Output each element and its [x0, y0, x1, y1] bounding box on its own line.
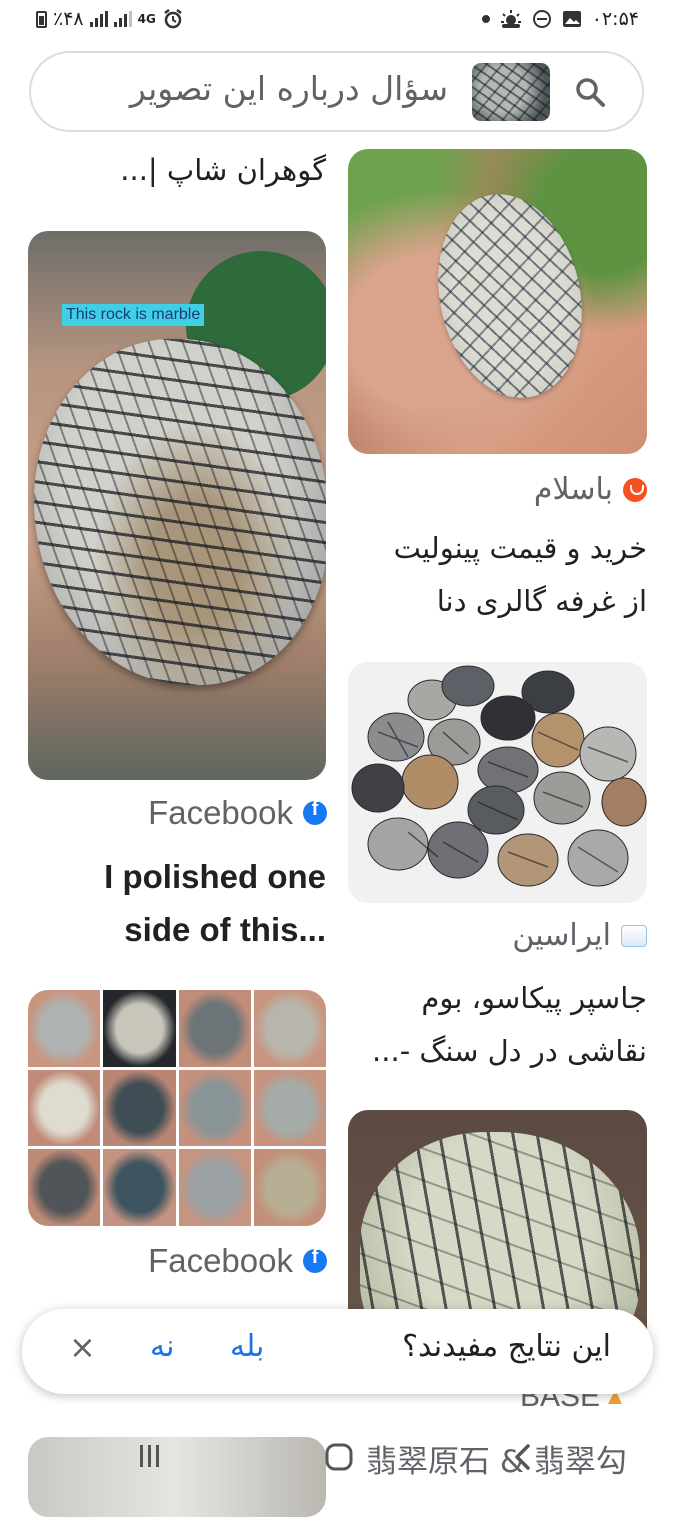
feedback-prompt: این نتایج مفیدند؟ بله نه ×	[22, 1309, 653, 1394]
battery-icon	[36, 10, 47, 28]
collage-tile	[253, 1149, 326, 1226]
search-icon[interactable]	[573, 75, 607, 109]
feedback-no-button[interactable]: نه	[150, 1329, 174, 1364]
title-line-1: I polished one	[104, 858, 326, 895]
result-image-pinolite-hand[interactable]	[348, 149, 647, 454]
source-name: باسلام	[533, 472, 613, 507]
collage-tile	[103, 1069, 176, 1147]
collage-tile	[178, 1149, 251, 1226]
alarm-icon	[164, 9, 182, 29]
weather-icon	[500, 10, 521, 28]
irasin-logo-icon	[621, 924, 647, 947]
title-line-1: خرید و قیمت پینولیت	[393, 531, 647, 565]
result-source-irasin[interactable]: ایراسین	[512, 918, 647, 953]
collage-tile	[28, 1069, 101, 1147]
collage-tile	[28, 1149, 101, 1226]
result-title-irasin[interactable]: جاسپر پیکاسو، بوم نقاشی در دل سنگ -...	[347, 972, 647, 1078]
feedback-yes-button[interactable]: بله	[230, 1329, 264, 1364]
result-source-facebook-1[interactable]: Facebook	[148, 794, 327, 832]
battery-level: ٪۴۸	[53, 8, 84, 30]
pinolite-stone	[420, 180, 600, 412]
notification-dot-icon	[481, 15, 490, 23]
collage-tile	[178, 990, 251, 1067]
tumbled-stones-graphic	[351, 665, 647, 887]
back-icon[interactable]	[510, 1442, 536, 1472]
result-image-marble-hand[interactable]: This rock is marble	[28, 231, 326, 780]
result-title-gohar-shop[interactable]: گوهران شاپ |...	[26, 144, 326, 197]
collage-grid	[28, 990, 326, 1226]
signal-icon-2	[113, 11, 132, 27]
search-bar[interactable]: سؤال درباره این تصویر	[29, 51, 644, 132]
search-prompt-text[interactable]: سؤال درباره این تصویر	[130, 69, 448, 108]
basalam-logo-icon	[623, 477, 647, 502]
signal-icon	[89, 11, 108, 27]
collage-tile	[103, 1149, 176, 1226]
title-line-2: از غرفه گالری دنا	[436, 584, 647, 618]
feedback-question: این نتایج مفیدند؟	[402, 1329, 611, 1364]
gallery-icon	[562, 11, 581, 27]
title-line-1: جاسپر پیکاسو، بوم	[421, 981, 647, 1015]
home-icon[interactable]	[324, 1442, 354, 1472]
result-source-facebook-2[interactable]: Facebook	[148, 1242, 327, 1280]
result-image-stone-collage[interactable]	[28, 990, 326, 1226]
result-title-basalam[interactable]: خرید و قیمت پینولیت از غرفه گالری دنا	[347, 522, 647, 628]
search-image-thumbnail[interactable]	[472, 63, 550, 121]
facebook-logo-icon	[303, 1246, 327, 1273]
facebook-logo-icon	[303, 798, 327, 825]
status-right: ۰۲:۵۴	[481, 8, 639, 30]
do-not-disturb-icon	[532, 10, 551, 28]
collage-tile	[253, 990, 326, 1067]
status-bar: ٪۴۸ 4G ۰۲:۵۴	[0, 0, 675, 42]
collage-tile	[253, 1069, 326, 1147]
result-image-tumbled-stones[interactable]	[348, 662, 647, 903]
clock: ۰۲:۵۴	[591, 8, 639, 30]
status-left: ٪۴۸ 4G	[36, 8, 184, 30]
network-type: 4G	[137, 12, 156, 26]
title-line-2: نقاشی در دل سنگ -...	[372, 1034, 647, 1068]
collage-tile	[178, 1069, 251, 1147]
result-title-polished[interactable]: I polished one ...side of this	[26, 850, 326, 956]
collage-tile	[103, 990, 176, 1067]
navigation-bar	[0, 1420, 675, 1500]
close-icon[interactable]: ×	[69, 1328, 96, 1366]
title-line-2: ...side of this	[124, 911, 326, 948]
marble-stone	[34, 339, 326, 685]
source-name: Facebook	[148, 1242, 293, 1279]
result-source-basalam[interactable]: باسلام	[534, 472, 647, 507]
source-name: ایراسین	[512, 918, 611, 953]
collage-tile	[28, 990, 101, 1067]
recent-apps-icon[interactable]	[136, 1442, 164, 1470]
marble-label-overlay: This rock is marble	[62, 304, 205, 326]
source-name: Facebook	[148, 794, 293, 831]
